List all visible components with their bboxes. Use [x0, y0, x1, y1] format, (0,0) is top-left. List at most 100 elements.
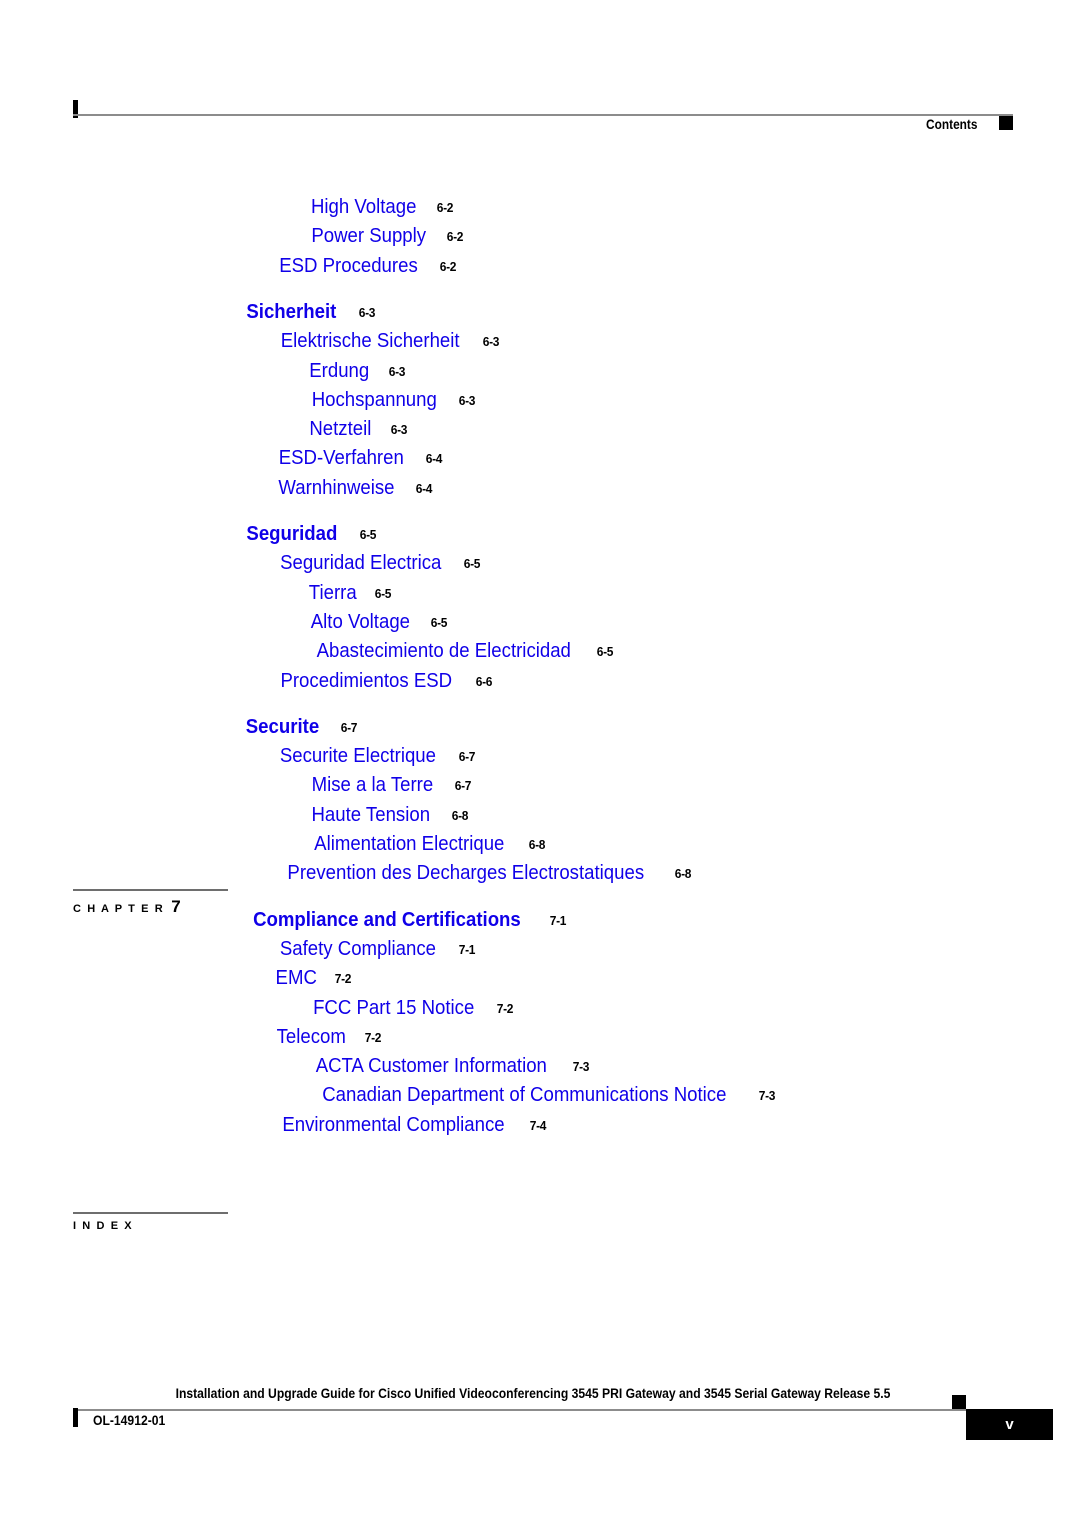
toc-entry-page-number: 7-3	[572, 1059, 589, 1075]
toc-entry-title[interactable]: Alto Voltage	[311, 611, 410, 634]
footer-document-id: OL-14912-01	[93, 1413, 166, 1428]
footer-document-title: Installation and Upgrade Guide for Cisco…	[175, 1386, 891, 1401]
toc-entry[interactable]: Prevention des Decharges Electrostatique…	[0, 862, 1080, 885]
toc-entry[interactable]: Netzteil 6-3	[0, 418, 1080, 441]
toc-entry-title[interactable]: Alimentation Electrique	[314, 833, 504, 856]
toc-entry[interactable]: Seguridad Electrica 6-5	[0, 552, 1080, 575]
toc-entry-title[interactable]: Telecom	[277, 1026, 346, 1049]
toc-entry-title[interactable]: Mise a la Terre	[312, 774, 434, 797]
toc-entry-page-number: 6-4	[415, 480, 433, 496]
toc-entry[interactable]: Haute Tension 6-8	[0, 804, 1080, 827]
toc-entry-title[interactable]: EMC	[276, 967, 317, 990]
toc-entry[interactable]: Warnhinweise 6-4	[0, 477, 1080, 500]
toc-entry-title[interactable]: Tierra	[309, 582, 357, 605]
toc-entry-title[interactable]: Warnhinweise	[278, 477, 394, 500]
toc-entry-page-number: 6-7	[458, 749, 476, 765]
toc-entry[interactable]: Procedimientos ESD 6-6	[0, 670, 1080, 693]
toc-entry[interactable]: Sicherheit 6-3	[0, 301, 1080, 324]
toc-entry-title[interactable]: Erdung	[309, 360, 369, 383]
black-square-marker-icon	[952, 1395, 966, 1409]
toc-entry-page-number: 6-7	[340, 719, 358, 735]
toc-entry-page-number: 6-8	[451, 807, 468, 823]
toc-entry[interactable]: Tierra 6-5	[0, 582, 1080, 605]
toc-entry[interactable]: Securite 6-7	[0, 716, 1080, 739]
toc-entry[interactable]: Environmental Compliance 7-4	[0, 1114, 1080, 1137]
toc-entry-page-number: 6-3	[388, 363, 405, 379]
toc-entry-title[interactable]: Environmental Compliance	[282, 1114, 504, 1137]
toc-entry[interactable]: Abastecimiento de Electricidad 6-5	[0, 640, 1080, 663]
toc-entry-page-number: 6-2	[437, 200, 454, 215]
toc-entry-page-number: 6-3	[458, 392, 475, 408]
toc-entry-title[interactable]: Safety Compliance	[280, 938, 436, 961]
toc-entry-title[interactable]: Netzteil	[309, 418, 371, 441]
toc-entry-title[interactable]: Seguridad	[246, 523, 337, 546]
toc-entry-page-number: 7-1	[549, 912, 567, 928]
toc-entry-page-number: 6-8	[674, 866, 691, 882]
header-rule	[73, 114, 1013, 116]
header-title: Contents	[925, 117, 977, 132]
toc-entry[interactable]: FCC Part 15 Notice 7-2	[0, 997, 1080, 1020]
footer-page-number: v	[966, 1409, 1053, 1440]
toc-entry[interactable]: Power Supply 6-2	[0, 225, 1080, 248]
toc-entry-page-number: 6-5	[464, 556, 481, 572]
toc-entry[interactable]: Seguridad 6-5	[0, 523, 1080, 546]
chapter-marker-rule	[73, 888, 228, 891]
toc-entry-title[interactable]: Sicherheit	[246, 301, 336, 324]
toc-entry-title[interactable]: Securite Electrique	[280, 745, 436, 768]
toc-entry[interactable]: Securite Electrique 6-7	[0, 745, 1080, 768]
toc-entry[interactable]: Canadian Department of Communications No…	[0, 1084, 1080, 1107]
toc-entry[interactable]: EMC 7-2	[0, 967, 1080, 990]
index-marker-rule	[73, 1212, 228, 1214]
toc-entry-page-number: 7-2	[335, 971, 352, 987]
index-marker: I N D E X	[73, 1212, 228, 1232]
toc-entry-title[interactable]: ESD Procedures	[279, 255, 418, 278]
toc-entry-page-number: 7-2	[497, 1000, 514, 1016]
toc-entry[interactable]: Alto Voltage 6-5	[0, 611, 1080, 634]
toc-entry[interactable]: Elektrische Sicherheit 6-3	[0, 330, 1080, 353]
toc-entry-page-number: 6-5	[597, 644, 614, 660]
toc-entry-page-number: 6-8	[528, 837, 545, 852]
toc-entry-title[interactable]: Haute Tension	[311, 804, 430, 827]
toc-entry-title[interactable]: Seguridad Electrica	[280, 552, 441, 575]
toc-entry-page-number: 6-3	[483, 334, 500, 350]
toc-entry-page-number: 6-2	[439, 258, 457, 274]
toc-entry-title[interactable]: Canadian Department of Communications No…	[322, 1084, 726, 1107]
chapter-marker-number: 7	[171, 896, 181, 916]
toc-entry-page-number: 7-2	[365, 1029, 382, 1045]
chapter-marker: C H A P T E R7	[73, 888, 228, 917]
toc-entry-page-number: 6-6	[475, 673, 492, 689]
running-header: Contents	[73, 92, 1013, 132]
toc-entry-title[interactable]: Prevention des Decharges Electrostatique…	[287, 862, 644, 885]
toc-entry-title[interactable]: Power Supply	[311, 225, 426, 248]
toc-entry-title[interactable]: ESD-Verfahren	[279, 447, 404, 470]
footer-rule	[73, 1409, 1013, 1411]
toc-entry[interactable]: ESD Procedures 6-2	[0, 255, 1080, 278]
toc-entry-title[interactable]: Procedimientos ESD	[280, 670, 452, 693]
toc-entry[interactable]: Alimentation Electrique 6-8	[0, 833, 1080, 856]
toc-entry-page-number: 6-5	[375, 585, 392, 601]
toc-entry-page-number: 7-3	[758, 1088, 775, 1104]
toc-entry-title[interactable]: ACTA Customer Information	[316, 1055, 547, 1078]
black-square-marker-icon	[999, 116, 1013, 130]
toc-entry-page-number: 6-4	[425, 451, 442, 467]
toc-entry[interactable]: Safety Compliance 7-1	[0, 938, 1080, 961]
toc-entry[interactable]: Telecom 7-2	[0, 1026, 1080, 1049]
toc-entry-page-number: 6-2	[447, 229, 464, 245]
toc-entry[interactable]: Hochspannung 6-3	[0, 389, 1080, 412]
toc-entry[interactable]: Erdung 6-3	[0, 360, 1080, 383]
toc-entry[interactable]: High Voltage 6-2	[0, 196, 1080, 219]
footer-left-tick	[73, 1408, 78, 1427]
toc-entry-page-number: 6-7	[454, 778, 472, 794]
toc-entry-title[interactable]: Securite	[246, 716, 319, 739]
toc-entry-title[interactable]: High Voltage	[311, 196, 416, 219]
toc-entry-title[interactable]: FCC Part 15 Notice	[313, 997, 474, 1020]
toc-entry[interactable]: ESD-Verfahren 6-4	[0, 447, 1080, 470]
toc-entry-page-number: 6-5	[430, 614, 447, 630]
toc-entry[interactable]: Mise a la Terre 6-7	[0, 774, 1080, 797]
toc-entry-title[interactable]: Hochspannung	[312, 389, 437, 412]
toc-entry-page-number: 6-5	[359, 527, 377, 542]
toc-entry[interactable]: ACTA Customer Information 7-3	[0, 1055, 1080, 1078]
toc-entry-title[interactable]: Elektrische Sicherheit	[281, 330, 460, 353]
toc-entry-title[interactable]: Abastecimiento de Electricidad	[317, 640, 571, 663]
toc-entry-title[interactable]: Compliance and Certifications	[253, 909, 521, 932]
